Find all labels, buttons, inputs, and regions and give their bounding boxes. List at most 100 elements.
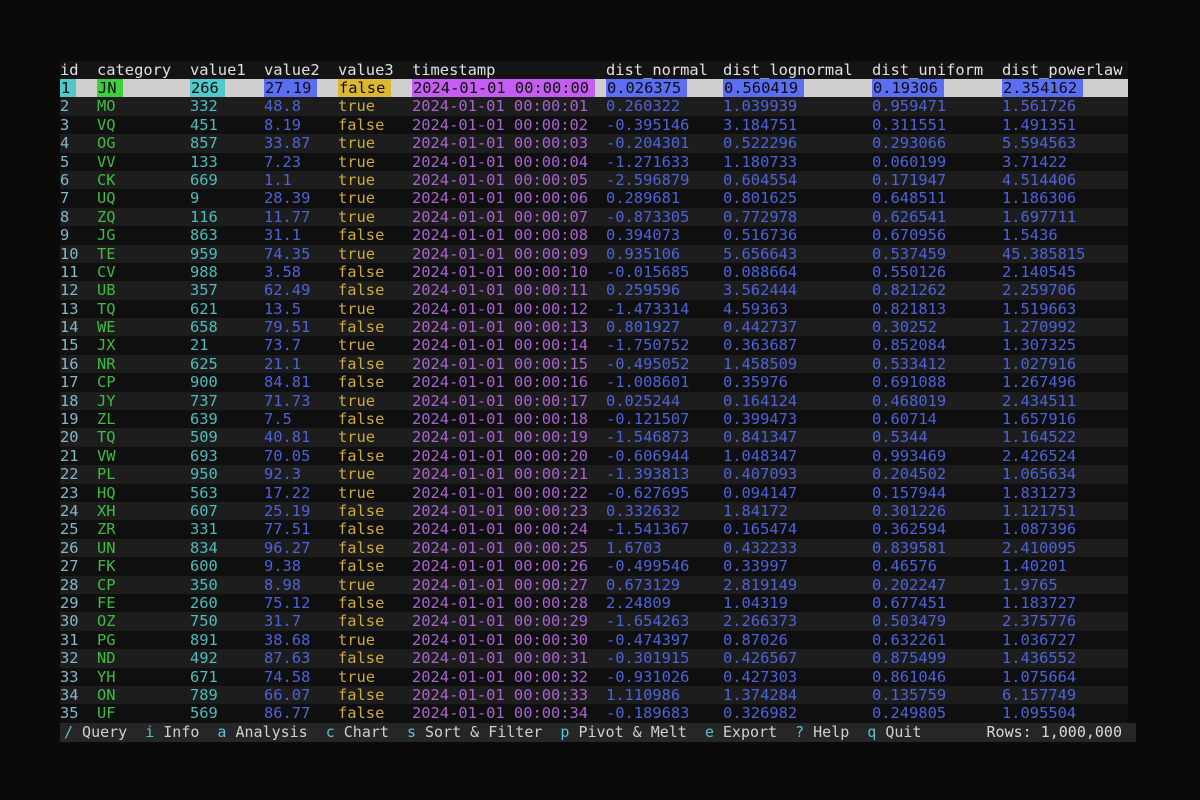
cell-category: YH <box>97 668 190 686</box>
cell-dist_uniform: 0.293066 <box>872 134 1002 152</box>
cell-value1: 451 <box>190 116 264 134</box>
table-row[interactable]: 31PG89138.68true2024-01-01 00:00:30-0.47… <box>60 631 1128 649</box>
table-row[interactable]: 7UQ928.39true2024-01-01 00:00:060.289681… <box>60 189 1128 207</box>
cell-value2: 74.35 <box>264 245 338 263</box>
table-row[interactable]: 33YH67174.58true2024-01-01 00:00:32-0.93… <box>60 668 1128 686</box>
table-row[interactable]: 20TQ50940.81true2024-01-01 00:00:19-1.54… <box>60 428 1128 446</box>
column-header-dist_uniform[interactable]: dist_uniform <box>872 61 1002 79</box>
table-row[interactable]: 32ND49287.63false2024-01-01 00:00:31-0.3… <box>60 649 1128 667</box>
table-row[interactable]: 11CV9883.58false2024-01-01 00:00:10-0.01… <box>60 263 1128 281</box>
column-header-value2[interactable]: value2 <box>264 61 338 79</box>
cell-dist_lognormal: 0.772978 <box>723 208 872 226</box>
cell-dist_powerlaw: 2.354162 <box>1002 79 1128 97</box>
cell-timestamp: 2024-01-01 00:00:30 <box>412 631 606 649</box>
column-header-dist_powerlaw[interactable]: dist_powerlaw <box>1002 61 1128 79</box>
column-header-id[interactable]: id <box>60 61 97 79</box>
table-row[interactable]: 10TE95974.35true2024-01-01 00:00:090.935… <box>60 245 1128 263</box>
cell-value2: 11.77 <box>264 208 338 226</box>
cell-dist_lognormal: 0.442737 <box>723 318 872 336</box>
cell-dist_powerlaw: 1.307325 <box>1002 336 1128 354</box>
cell-timestamp: 2024-01-01 00:00:09 <box>412 245 606 263</box>
table-row[interactable]: 30OZ75031.7false2024-01-01 00:00:29-1.65… <box>60 612 1128 630</box>
table-row[interactable]: 35UF56986.77false2024-01-01 00:00:34-0.1… <box>60 704 1128 722</box>
menu-item-sort-filter[interactable]: s Sort & Filter <box>407 723 542 741</box>
cell-dist_lognormal: 1.039939 <box>723 97 872 115</box>
table-row[interactable]: 24XH60725.19false2024-01-01 00:00:230.33… <box>60 502 1128 520</box>
cell-dist_uniform: 0.959471 <box>872 97 1002 115</box>
table-row[interactable]: 19ZL6397.5false2024-01-01 00:00:18-0.121… <box>60 410 1128 428</box>
cell-value3: false <box>338 281 412 299</box>
table-row[interactable]: 16NR62521.1false2024-01-01 00:00:15-0.49… <box>60 355 1128 373</box>
table-row[interactable]: 14WE65879.51false2024-01-01 00:00:130.80… <box>60 318 1128 336</box>
table-row[interactable]: 13TQ62113.5true2024-01-01 00:00:12-1.473… <box>60 300 1128 318</box>
column-header-value3[interactable]: value3 <box>338 61 412 79</box>
cell-category: TQ <box>97 428 190 446</box>
table-row[interactable]: 3VQ4518.19false2024-01-01 00:00:02-0.395… <box>60 116 1128 134</box>
cell-dist_lognormal: 2.819149 <box>723 576 872 594</box>
cell-timestamp: 2024-01-01 00:00:17 <box>412 392 606 410</box>
menu-item-help[interactable]: ? Help <box>795 723 849 741</box>
cell-id: 15 <box>60 336 97 354</box>
cell-id: 18 <box>60 392 97 410</box>
menu-label: Analysis <box>226 723 307 741</box>
cell-dist_lognormal: 2.266373 <box>723 612 872 630</box>
cell-dist_uniform: 0.821813 <box>872 300 1002 318</box>
table-row[interactable]: 21VW69370.05false2024-01-01 00:00:20-0.6… <box>60 447 1128 465</box>
column-header-category[interactable]: category <box>97 61 190 79</box>
table-row[interactable]: 26UN83496.27false2024-01-01 00:00:251.67… <box>60 539 1128 557</box>
menu-item-analysis[interactable]: a Analysis <box>217 723 307 741</box>
cell-dist_uniform: 0.875499 <box>872 649 1002 667</box>
cell-dist_powerlaw: 45.385815 <box>1002 245 1128 263</box>
cell-dist_uniform: 0.648511 <box>872 189 1002 207</box>
column-header-value1[interactable]: value1 <box>190 61 264 79</box>
cell-id: 6 <box>60 171 97 189</box>
cell-value2: 86.77 <box>264 704 338 722</box>
cell-dist_uniform: 0.632261 <box>872 631 1002 649</box>
column-header-dist_normal[interactable]: dist_normal <box>606 61 723 79</box>
cell-value3: true <box>338 300 412 318</box>
table-row[interactable]: 29FE26075.12false2024-01-01 00:00:282.24… <box>60 594 1128 612</box>
table-row[interactable]: 5VV1337.23true2024-01-01 00:00:04-1.2716… <box>60 153 1128 171</box>
table-row[interactable]: 23HQ56317.22true2024-01-01 00:00:22-0.62… <box>60 484 1128 502</box>
cell-dist_powerlaw: 2.426524 <box>1002 447 1128 465</box>
cell-dist_lognormal: 3.562444 <box>723 281 872 299</box>
cell-dist_lognormal: 0.604554 <box>723 171 872 189</box>
table-row[interactable]: 18JY73771.73true2024-01-01 00:00:170.025… <box>60 392 1128 410</box>
cell-value1: 900 <box>190 373 264 391</box>
column-header-dist_lognormal[interactable]: dist_lognormal <box>723 61 872 79</box>
cell-category: UQ <box>97 189 190 207</box>
table-row[interactable]: 4OG85733.87true2024-01-01 00:00:03-0.204… <box>60 134 1128 152</box>
table-row[interactable]: 12UB35762.49false2024-01-01 00:00:110.25… <box>60 281 1128 299</box>
column-header-timestamp[interactable]: timestamp <box>412 61 606 79</box>
cell-dist_powerlaw: 1.183727 <box>1002 594 1128 612</box>
table-row[interactable]: 17CP90084.81false2024-01-01 00:00:16-1.0… <box>60 373 1128 391</box>
cell-timestamp: 2024-01-01 00:00:13 <box>412 318 606 336</box>
table-row[interactable]: 15JX2173.7true2024-01-01 00:00:14-1.7507… <box>60 336 1128 354</box>
cell-timestamp: 2024-01-01 00:00:14 <box>412 336 606 354</box>
table-row[interactable]: 9JG86331.1false2024-01-01 00:00:080.3940… <box>60 226 1128 244</box>
cell-dist_uniform: 0.533412 <box>872 355 1002 373</box>
menu-item-quit[interactable]: q Quit <box>867 723 921 741</box>
table-row[interactable]: 8ZQ11611.77true2024-01-01 00:00:07-0.873… <box>60 208 1128 226</box>
table-row[interactable]: 2MO33248.8true2024-01-01 00:00:010.26032… <box>60 97 1128 115</box>
cell-dist_powerlaw: 1.9765 <box>1002 576 1128 594</box>
menu-item-pivot-melt[interactable]: p Pivot & Melt <box>560 723 686 741</box>
cell-value1: 737 <box>190 392 264 410</box>
table-row[interactable]: 6CK6691.1true2024-01-01 00:00:05-2.59687… <box>60 171 1128 189</box>
table-row[interactable]: 28CP3508.98true2024-01-01 00:00:270.6731… <box>60 576 1128 594</box>
cell-dist_lognormal: 5.656643 <box>723 245 872 263</box>
menu-item-query[interactable]: / Query <box>64 723 127 741</box>
cell-id: 20 <box>60 428 97 446</box>
table-row[interactable]: 27FK6009.38false2024-01-01 00:00:26-0.49… <box>60 557 1128 575</box>
menu-item-info[interactable]: i Info <box>145 723 199 741</box>
table-row[interactable]: 34ON78966.07false2024-01-01 00:00:331.11… <box>60 686 1128 704</box>
cell-value2: 28.39 <box>264 189 338 207</box>
cell-dist_normal: -0.301915 <box>606 649 723 667</box>
cell-category: UB <box>97 281 190 299</box>
cell-dist_normal: -1.008601 <box>606 373 723 391</box>
table-row[interactable]: 22PL95092.3true2024-01-01 00:00:21-1.393… <box>60 465 1128 483</box>
table-row-selected[interactable]: 1JN26627.19false2024-01-01 00:00:000.026… <box>60 79 1128 97</box>
menu-item-export[interactable]: e Export <box>705 723 777 741</box>
table-row[interactable]: 25ZR33177.51false2024-01-01 00:00:24-1.5… <box>60 520 1128 538</box>
menu-item-chart[interactable]: c Chart <box>326 723 389 741</box>
